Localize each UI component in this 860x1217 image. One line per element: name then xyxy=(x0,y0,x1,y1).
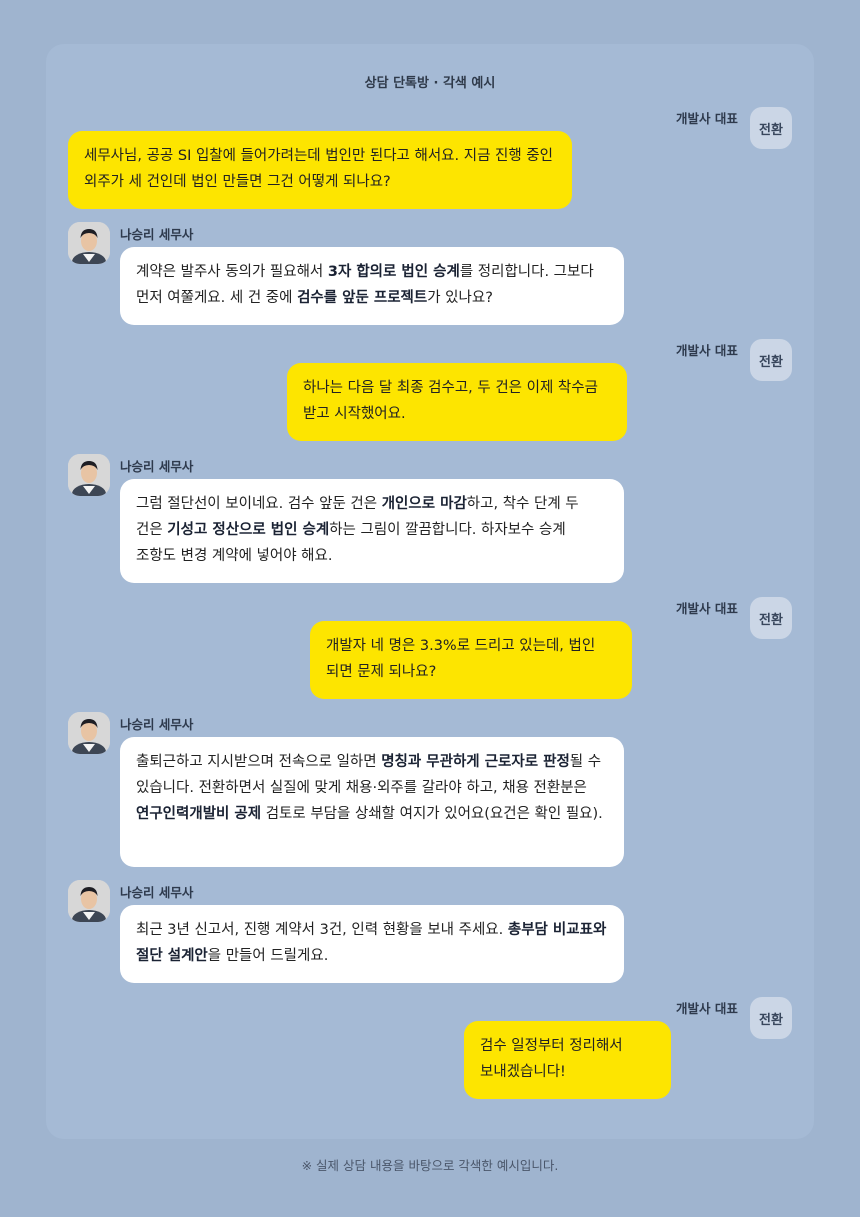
chat-message-user: 개발자 네 명은 3.3%로 드리고 있는데, 법인 되면 문제 되나요? xyxy=(310,621,632,699)
emphasis-text: 검수를 앞둔 프로젝트 xyxy=(297,290,428,306)
advisor-sender-name: 나승리 세무사 xyxy=(120,227,194,242)
message-text: 계약은 발주사 동의가 필요해서 xyxy=(136,264,328,280)
message-text: 출퇴근하고 지시받으며 전속으로 일하면 xyxy=(136,754,382,770)
message-text: 을 만들어 드릴게요. xyxy=(207,948,329,964)
message-text: 개발자 네 명은 3.3%로 드리고 있는데, 법인 되면 문제 되나요? xyxy=(326,638,596,680)
user-badge[interactable]: 전환 xyxy=(750,339,792,381)
message-text: 검수 일정부터 정리해서 보내겠습니다! xyxy=(480,1038,623,1080)
chat-message-advisor: 그럼 절단선이 보이네요. 검수 앞둔 건은 개인으로 마감하고, 착수 단계 … xyxy=(120,479,624,583)
message-text: 하나는 다음 달 최종 검수고, 두 건은 이제 착수금 받고 시작했어요. xyxy=(303,380,598,422)
advisor-sender-name: 나승리 세무사 xyxy=(120,885,194,900)
chat-message-advisor: 최근 3년 신고서, 진행 계약서 3건, 인력 현황을 보내 주세요. 총부담… xyxy=(120,905,624,983)
advisor-avatar xyxy=(68,880,110,922)
emphasis-text: 연구인력개발비 공제 xyxy=(136,806,262,822)
user-badge[interactable]: 전환 xyxy=(750,997,792,1039)
advisor-portrait-icon xyxy=(68,454,110,496)
message-text: 그럼 절단선이 보이네요. 검수 앞둔 건은 xyxy=(136,496,382,512)
advisor-portrait-icon xyxy=(68,880,110,922)
advisor-portrait-icon xyxy=(68,712,110,754)
chat-message-user: 세무사님, 공공 SI 입찰에 들어가려는데 법인만 된다고 해서요. 지금 진… xyxy=(68,131,572,209)
user-sender-name: 개발사 대표 xyxy=(676,343,738,358)
advisor-portrait-icon xyxy=(68,222,110,264)
user-sender-name: 개발사 대표 xyxy=(676,111,738,126)
emphasis-text: 3자 합의로 법인 승계 xyxy=(327,264,460,280)
user-badge[interactable]: 전환 xyxy=(750,597,792,639)
message-text: 가 있나요? xyxy=(427,290,493,306)
message-text: 검토로 부담을 상쇄할 여지가 있어요(요건은 확인 필요). xyxy=(261,806,603,822)
message-text: 최근 3년 신고서, 진행 계약서 3건, 인력 현황을 보내 주세요. xyxy=(136,922,508,938)
advisor-avatar xyxy=(68,222,110,264)
user-badge[interactable]: 전환 xyxy=(750,107,792,149)
chat-message-advisor: 출퇴근하고 지시받으며 전속으로 일하면 명칭과 무관하게 근로자로 판정될 수… xyxy=(120,737,624,867)
advisor-sender-name: 나승리 세무사 xyxy=(120,717,194,732)
chat-message-user: 검수 일정부터 정리해서 보내겠습니다! xyxy=(464,1021,671,1099)
user-sender-name: 개발사 대표 xyxy=(676,601,738,616)
emphasis-text: 기성고 정산으로 법인 승계 xyxy=(167,522,330,538)
chat-message-user: 하나는 다음 달 최종 검수고, 두 건은 이제 착수금 받고 시작했어요. xyxy=(287,363,627,441)
advisor-sender-name: 나승리 세무사 xyxy=(120,459,194,474)
advisor-avatar xyxy=(68,712,110,754)
advisor-avatar xyxy=(68,454,110,496)
emphasis-text: 명칭과 무관하게 근로자로 판정 xyxy=(381,754,570,770)
footer-note: ※ 실제 상담 내용을 바탕으로 각색한 예시입니다. xyxy=(301,1158,559,1173)
chat-title: 상담 단톡방 · 각색 예시 xyxy=(364,76,496,91)
user-sender-name: 개발사 대표 xyxy=(676,1001,738,1016)
emphasis-text: 개인으로 마감 xyxy=(381,496,467,512)
message-text: 세무사님, 공공 SI 입찰에 들어가려는데 법인만 된다고 해서요. 지금 진… xyxy=(84,148,553,190)
chat-message-advisor: 계약은 발주사 동의가 필요해서 3자 합의로 법인 승계를 정리합니다. 그보… xyxy=(120,247,624,325)
